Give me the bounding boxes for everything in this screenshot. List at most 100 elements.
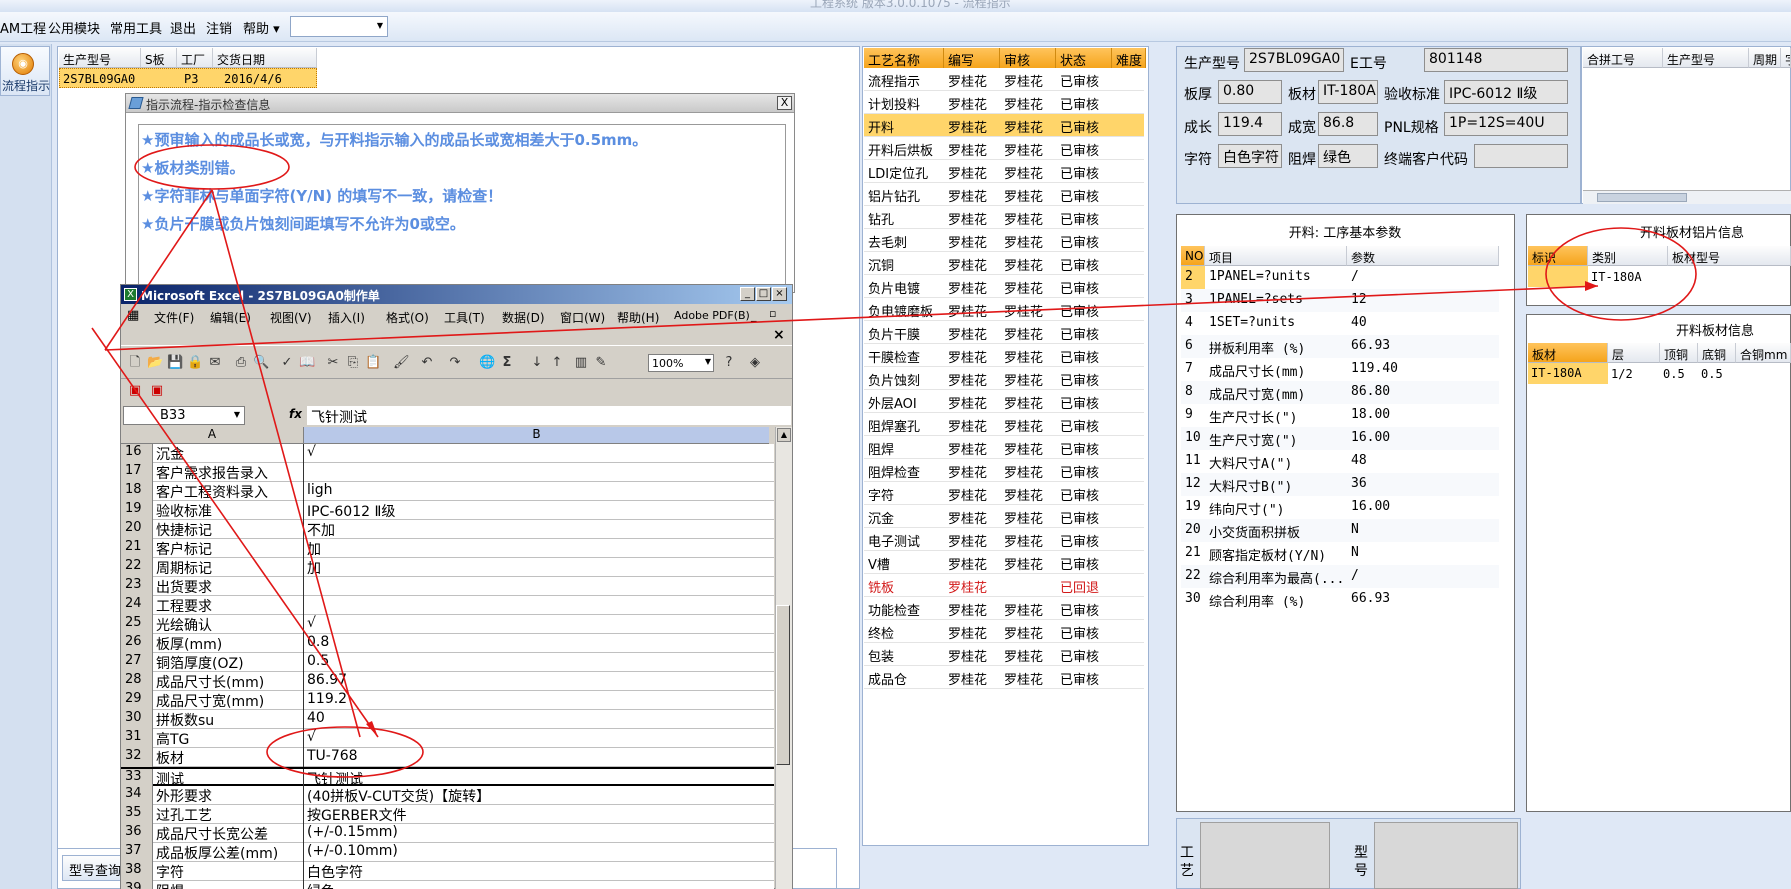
sheet-row[interactable]: 25 光绘确认 √: [121, 615, 774, 634]
process-row[interactable]: 沉金 罗桂花 罗桂花 已审核: [864, 505, 1144, 528]
chart-wizard-icon[interactable]: ▥: [573, 355, 589, 371]
sheet-row[interactable]: 39阻焊绿色: [121, 881, 774, 889]
cell-b[interactable]: (40拼板V-CUT交货)【旋转】: [305, 786, 774, 805]
cell-a[interactable]: 验收标准: [154, 501, 304, 520]
row-number[interactable]: 39: [121, 881, 153, 889]
cell-a[interactable]: 成品板厚公差(mm): [154, 843, 304, 862]
alu-flag-cell[interactable]: [1528, 266, 1588, 287]
excel-menu-adobe-pdf[interactable]: Adobe PDF(B): [674, 309, 750, 322]
sheet-row[interactable]: 29 成品尺寸宽(mm) 119.2: [121, 691, 774, 710]
cell-b[interactable]: [305, 463, 774, 482]
excel-menu-edit[interactable]: 编辑(E): [210, 309, 251, 326]
model-field[interactable]: 2S7BL09GA0: [1244, 48, 1344, 72]
cell-b[interactable]: 按GERBER文件: [305, 805, 774, 824]
menu-item-am[interactable]: AM工程: [0, 18, 46, 37]
cell-b[interactable]: 0.5: [305, 653, 774, 672]
model-list[interactable]: [1374, 822, 1518, 889]
sheet-row[interactable]: 33 测试 飞针测试: [121, 767, 774, 788]
excel-title-bar[interactable]: Microsoft Excel - 2S7BL09GA0制作单: [121, 285, 792, 304]
row-number[interactable]: 25: [121, 615, 153, 634]
process-row[interactable]: V槽 罗桂花 罗桂花 已审核: [864, 551, 1144, 574]
cell-b[interactable]: TU-768: [305, 748, 774, 767]
cell-b[interactable]: 加: [305, 539, 774, 558]
cell-b[interactable]: 0.8: [305, 634, 774, 653]
format-painter-icon[interactable]: 🖌: [393, 355, 410, 371]
process-row[interactable]: 阻焊塞孔 罗桂花 罗桂花 已审核: [864, 413, 1144, 436]
cell-b[interactable]: 86.97: [305, 672, 774, 691]
row-number[interactable]: 23: [121, 577, 153, 596]
row-number[interactable]: 24: [121, 596, 153, 615]
cell-b[interactable]: 绿色: [305, 881, 774, 889]
col-header-type[interactable]: 类别: [1588, 246, 1668, 266]
process-row[interactable]: 功能检查 罗桂花 罗桂花 已审核: [864, 597, 1144, 620]
column-header-b[interactable]: B: [304, 427, 769, 444]
sheet-row[interactable]: 37 成品板厚公差(mm) (+/-0.10mm): [121, 843, 774, 862]
process-row[interactable]: 计划投料 罗桂花 罗桂花 已审核: [864, 91, 1144, 114]
sheet-row[interactable]: 21 客户标记加: [121, 539, 774, 558]
cell-a[interactable]: 成品尺寸长宽公差: [154, 824, 304, 843]
sheet-row[interactable]: 24 工程要求: [121, 596, 774, 615]
row-number[interactable]: 34: [121, 786, 153, 805]
col-header-param[interactable]: 参数: [1347, 246, 1499, 266]
cell-a[interactable]: 周期标记: [154, 558, 304, 577]
process-row[interactable]: 阻焊检查 罗桂花 罗桂花 已审核: [864, 459, 1144, 482]
excel-menu-format[interactable]: 格式(O): [386, 309, 429, 326]
row-number[interactable]: 35: [121, 805, 153, 824]
excel-menu-help[interactable]: 帮助(H): [617, 309, 659, 326]
cell-b[interactable]: √: [305, 444, 774, 463]
param-row[interactable]: 12 大料尺寸B(") 36: [1181, 473, 1499, 496]
fx-icon[interactable]: fx: [289, 407, 302, 421]
row-number[interactable]: 32: [121, 748, 153, 767]
redo-icon[interactable]: ↷: [447, 355, 463, 371]
param-row[interactable]: 4 1SET=?units 40: [1181, 312, 1499, 335]
sheet-row[interactable]: 31 高TG √: [121, 729, 774, 748]
process-row[interactable]: 负电镀磨板 罗桂花 罗桂花 已审核: [864, 298, 1144, 321]
cell-b[interactable]: 白色字符: [305, 862, 774, 881]
row-number[interactable]: 22: [121, 558, 153, 577]
cell-b[interactable]: ligh: [305, 482, 774, 501]
col-header-model[interactable]: 生产型号: [59, 48, 141, 68]
col-header-no[interactable]: NO: [1181, 246, 1205, 266]
pdf-email-icon[interactable]: ▣: [149, 383, 165, 399]
standard-field[interactable]: IPC-6012 Ⅱ级: [1444, 80, 1568, 104]
process-row[interactable]: 沉铜 罗桂花 罗桂花 已审核: [864, 252, 1144, 275]
sheet-row[interactable]: 30 拼板数su 40: [121, 710, 774, 729]
row-number[interactable]: 19: [121, 501, 153, 520]
sheet-row[interactable]: 28 成品尺寸长(mm) 86.97: [121, 672, 774, 691]
row-number[interactable]: 27: [121, 653, 153, 672]
excel-menu-window[interactable]: 窗口(W): [560, 309, 605, 326]
param-row[interactable]: 9 生产尺寸长(") 18.00: [1181, 404, 1499, 427]
col-header-writer[interactable]: 编写: [944, 48, 1000, 69]
col-header-difficulty[interactable]: 难度: [1112, 48, 1146, 69]
research-icon[interactable]: 📖: [299, 355, 315, 371]
col-header-top-copper[interactable]: 顶铜: [1660, 343, 1698, 363]
process-row[interactable]: 开料 罗桂花 罗桂花 已审核: [864, 114, 1144, 137]
cell-a[interactable]: 沉金: [154, 444, 304, 463]
col-header-combine-period[interactable]: 周期: [1749, 48, 1781, 68]
process-row[interactable]: 钻孔 罗桂花 罗桂花 已审核: [864, 206, 1144, 229]
material-field[interactable]: IT-180A: [1318, 80, 1378, 104]
plate-mat-cell-bg[interactable]: IT-180A: [1528, 363, 1608, 384]
sheet-row[interactable]: 19 验收标准 IPC-6012 Ⅱ级: [121, 501, 774, 520]
cell-b[interactable]: (+/-0.10mm): [305, 843, 774, 862]
cell-a[interactable]: 工程要求: [154, 596, 304, 615]
col-header-process[interactable]: 工艺名称: [864, 48, 944, 69]
row-number[interactable]: 29: [121, 691, 153, 710]
eno-field[interactable]: 801148: [1424, 48, 1568, 72]
col-header-factory[interactable]: 工厂: [177, 48, 213, 68]
process-row[interactable]: 终检 罗桂花 罗桂花 已审核: [864, 620, 1144, 643]
process-row[interactable]: 干膜检查 罗桂花 罗桂花 已审核: [864, 344, 1144, 367]
col-header-bottom-copper[interactable]: 底铜: [1698, 343, 1736, 363]
cell-a[interactable]: 快捷标记: [154, 520, 304, 539]
sheet-row[interactable]: 22 周期标记加: [121, 558, 774, 577]
col-header-total-copper[interactable]: 合铜mm: [1736, 343, 1791, 363]
length-field[interactable]: 119.4: [1218, 112, 1282, 136]
process-row[interactable]: 铣板 罗桂花 已回退: [864, 574, 1144, 597]
col-header-combine-model[interactable]: 生产型号: [1663, 48, 1749, 68]
process-row[interactable]: 字符 罗桂花 罗桂花 已审核: [864, 482, 1144, 505]
flow-indicator-button[interactable]: ◉ 流程指示: [0, 46, 50, 96]
process-row[interactable]: 电子测试 罗桂花 罗桂花 已审核: [864, 528, 1144, 551]
pnl-field[interactable]: 1P=12S=40U: [1444, 112, 1568, 136]
col-header-layer[interactable]: 层: [1608, 343, 1660, 363]
cell-b[interactable]: 加: [305, 558, 774, 577]
